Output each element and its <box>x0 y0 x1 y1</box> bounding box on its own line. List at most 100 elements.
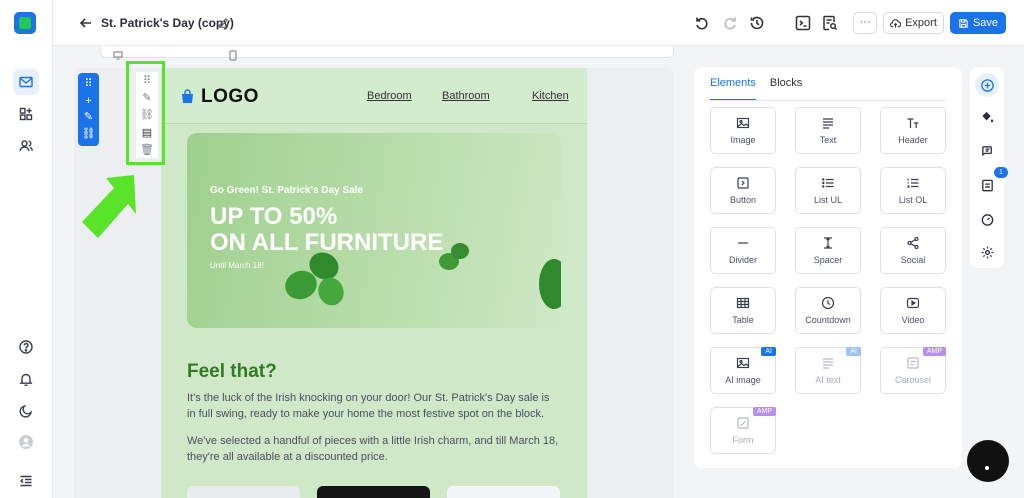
list-ul-icon <box>822 178 834 188</box>
nav-link-bedroom[interactable]: Bedroom <box>367 90 412 102</box>
body-paragraph-2[interactable]: We've selected a handful of pieces with … <box>187 433 561 465</box>
product-thumbnail[interactable] <box>447 486 560 498</box>
mobile-view-icon[interactable] <box>229 50 237 61</box>
element-label: Form <box>732 435 754 445</box>
hero-until-date: Until March 18! <box>210 261 264 270</box>
more-options-button[interactable]: ··· <box>853 12 877 34</box>
email-icon[interactable] <box>13 69 39 95</box>
cloud-upload-icon <box>890 18 902 28</box>
settings-gear-icon[interactable] <box>975 240 999 264</box>
nav-link-kitchen[interactable]: Kitchen <box>532 90 569 102</box>
chat-support-button[interactable] <box>967 440 1009 482</box>
drag-handle-icon[interactable]: ⠿ <box>143 74 151 87</box>
element-image[interactable]: Image <box>710 107 776 154</box>
document-title: St. Patrick's Day (copy) <box>101 16 234 30</box>
save-module-icon[interactable]: ▤ <box>142 126 152 139</box>
history-icon[interactable] <box>748 14 766 32</box>
bell-icon[interactable] <box>13 366 39 392</box>
element-list-ol[interactable]: List OL <box>880 167 946 214</box>
element-spacer[interactable]: Spacer <box>795 227 861 274</box>
edit-pencil-icon[interactable]: ✎ <box>142 91 151 104</box>
element-label: Countdown <box>805 315 851 325</box>
element-label: AI text <box>815 375 841 385</box>
clover-leaf-image <box>539 259 561 309</box>
drag-handle-icon[interactable]: ⠿ <box>84 78 92 90</box>
width-ruler <box>100 46 674 61</box>
element-label: List OL <box>898 195 928 205</box>
clover-leaf-image <box>314 274 348 309</box>
element-label: Header <box>898 135 928 145</box>
ai-text-icon <box>823 358 833 369</box>
table-icon <box>736 297 750 309</box>
element-label: Spacer <box>813 255 843 265</box>
product-thumbnail[interactable] <box>317 486 430 498</box>
desktop-view-icon[interactable] <box>113 51 123 60</box>
element-button[interactable]: Button <box>710 167 776 214</box>
collapse-sidebar-icon[interactable] <box>13 468 39 494</box>
add-icon[interactable]: + <box>85 95 91 107</box>
add-element-icon[interactable] <box>975 73 999 97</box>
element-social[interactable]: Social <box>880 227 946 274</box>
modules-icon[interactable] <box>13 101 39 127</box>
top-bar: St. Patrick's Day (copy) ··· Export Save <box>53 0 1024 46</box>
tab-elements[interactable]: Elements <box>710 77 756 101</box>
element-countdown[interactable]: Countdown <box>795 287 861 334</box>
element-divider[interactable]: Divider <box>710 227 776 274</box>
email-header-block[interactable]: LOGO Bedroom Bathroom Kitchen <box>161 68 587 124</box>
header-icon <box>907 118 919 128</box>
body-paragraph-1[interactable]: It's the luck of the Irish knocking on y… <box>187 390 561 422</box>
preview-test-icon[interactable] <box>821 14 839 32</box>
product-thumbnail[interactable] <box>187 486 300 498</box>
element-list-ul[interactable]: List UL <box>795 167 861 214</box>
tab-blocks[interactable]: Blocks <box>770 77 802 101</box>
nav-link-bathroom[interactable]: Bathroom <box>442 90 490 102</box>
element-ai-text[interactable]: AI AI text <box>795 347 861 394</box>
rename-pencil-icon[interactable] <box>217 16 230 29</box>
redo-icon[interactable] <box>721 14 739 32</box>
video-icon <box>906 297 920 309</box>
edit-pencil-icon[interactable]: ✎ <box>84 112 93 123</box>
elements-panel: Elements Blocks Image Text Header Button… <box>694 67 962 468</box>
email-template[interactable]: LOGO Bedroom Bathroom Kitchen Go Green! … <box>161 68 587 498</box>
link-icon[interactable]: ⛓ <box>140 108 154 121</box>
dark-mode-icon[interactable] <box>13 398 39 424</box>
speedometer-icon[interactable] <box>975 207 999 231</box>
right-tool-rail: 1 <box>970 67 1008 268</box>
section-heading[interactable]: Feel that? <box>187 361 277 383</box>
checklist-icon[interactable]: 1 <box>975 167 1008 197</box>
export-button[interactable]: Export <box>883 12 944 34</box>
code-editor-icon[interactable] <box>794 14 812 32</box>
element-header[interactable]: Header <box>880 107 946 154</box>
undo-icon[interactable] <box>693 14 711 32</box>
users-icon[interactable] <box>13 133 39 159</box>
delete-trash-icon[interactable]: 🗑 <box>140 143 154 156</box>
spacer-icon <box>824 237 832 249</box>
amp-badge: AMP <box>752 407 776 416</box>
export-label: Export <box>905 17 937 29</box>
app-logo[interactable] <box>14 12 36 34</box>
element-label: Video <box>901 315 925 325</box>
element-label: Table <box>732 315 754 325</box>
tab-divider <box>710 100 946 101</box>
comments-icon[interactable] <box>975 139 999 163</box>
element-video[interactable]: Video <box>880 287 946 334</box>
element-text[interactable]: Text <box>795 107 861 154</box>
help-icon[interactable] <box>13 334 39 360</box>
save-button[interactable]: Save <box>950 12 1006 34</box>
element-label: Divider <box>728 255 757 265</box>
element-label: AI image <box>725 375 761 385</box>
image-icon <box>736 117 750 129</box>
element-carousel[interactable]: AMP Carousel <box>880 347 946 394</box>
block-toolbar: ⠿ + ✎ ⛓ <box>78 73 99 146</box>
save-floppy-icon <box>959 18 968 28</box>
element-ai-image[interactable]: AI AI image <box>710 347 776 394</box>
hero-banner[interactable]: Go Green! St. Patrick's Day Sale UP TO 5… <box>187 133 561 328</box>
paint-bucket-icon[interactable] <box>975 105 999 129</box>
back-arrow-icon[interactable] <box>77 14 95 32</box>
link-icon[interactable]: ⛓ <box>82 129 96 140</box>
element-form[interactable]: AMP Form <box>710 407 776 454</box>
avatar[interactable] <box>13 429 39 455</box>
element-toolbar: ⠿ ✎ ⛓ ▤ 🗑 <box>136 72 158 158</box>
social-share-icon <box>907 236 919 250</box>
element-table[interactable]: Table <box>710 287 776 334</box>
